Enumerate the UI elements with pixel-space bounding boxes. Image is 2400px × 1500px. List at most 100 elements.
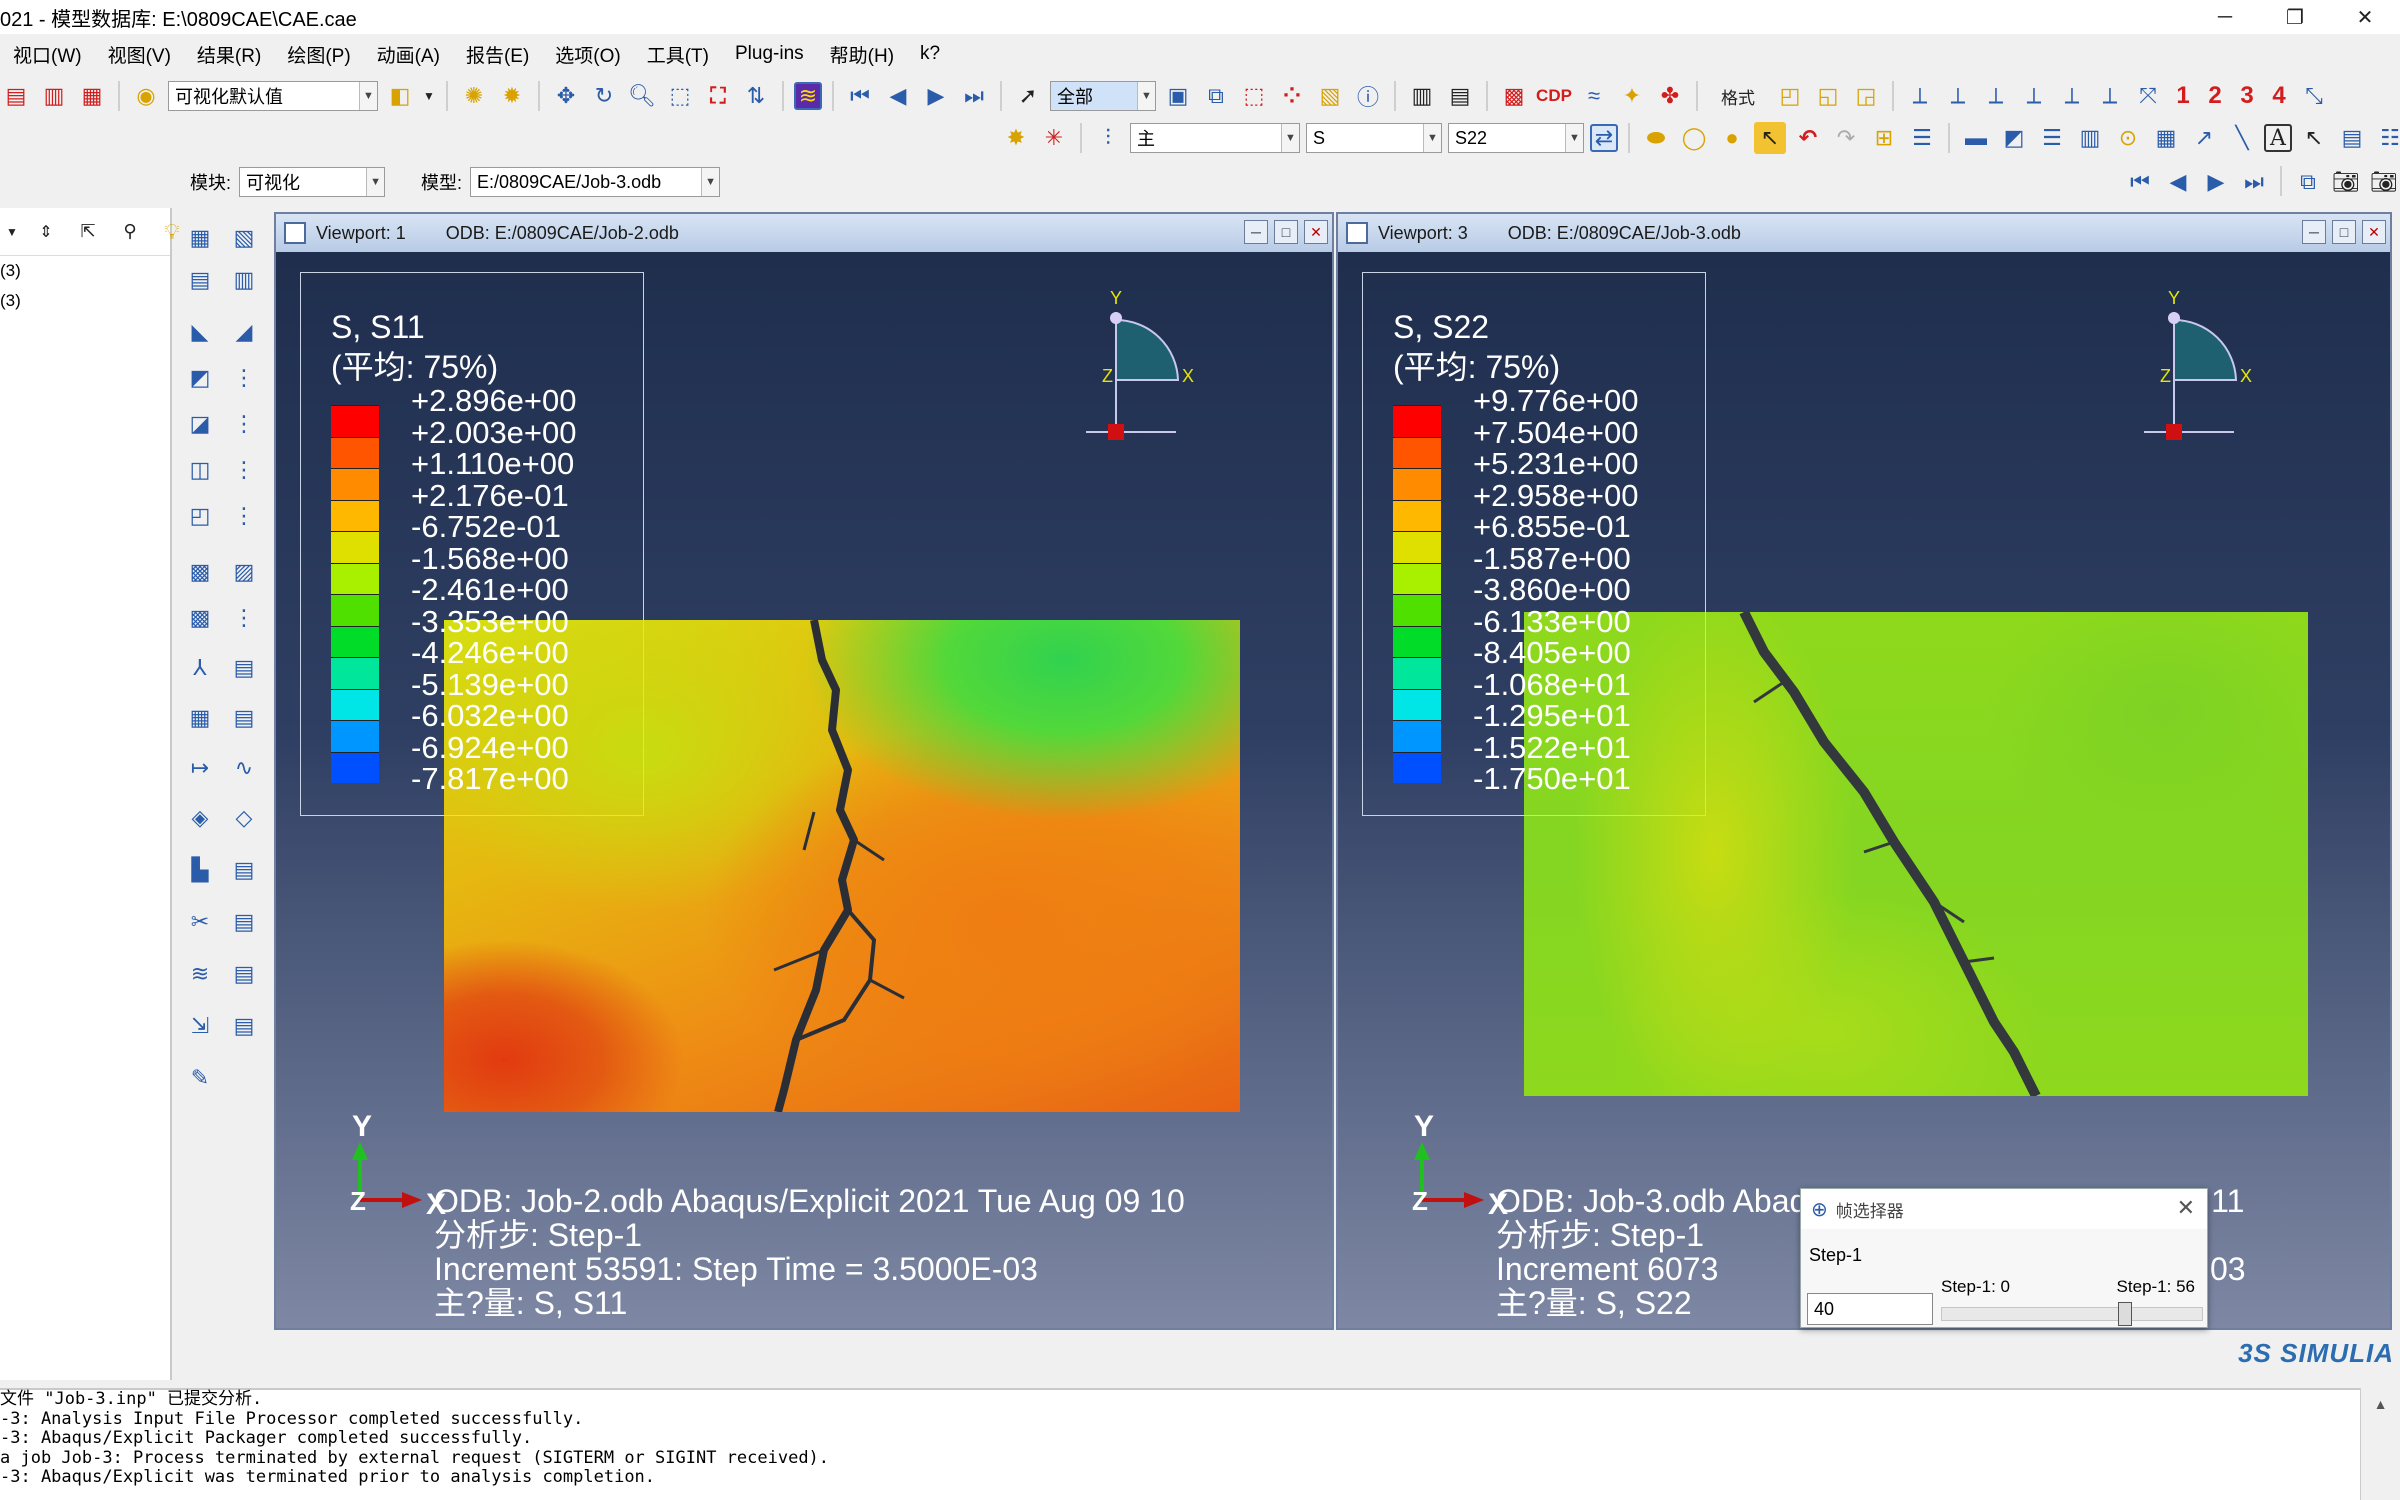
tile-vertical-icon[interactable]: ▥ xyxy=(2074,122,2106,154)
transform-icon[interactable]: ⇲ xyxy=(182,1008,218,1044)
field-variable-combo[interactable]: S ▼ xyxy=(1306,123,1442,153)
menu-animate[interactable]: 动画(A) xyxy=(364,41,453,68)
cut-manager-icon[interactable]: ▤ xyxy=(226,904,262,940)
selection-filter-combo[interactable]: 全部 ▼ xyxy=(1050,81,1156,111)
menu-plot[interactable]: 绘图(P) xyxy=(274,41,363,68)
undeformed-shape-icon[interactable]: ✹ xyxy=(496,80,528,112)
render-style-icon[interactable]: ◧ xyxy=(384,80,416,112)
symbol-options-icon[interactable]: ⋮ xyxy=(226,406,262,442)
redo-icon[interactable]: ↷ xyxy=(1830,122,1862,154)
chevron-down-icon[interactable]: ▼ xyxy=(422,80,436,112)
restore-button[interactable]: ❐ xyxy=(2260,0,2330,34)
viewport-close-button[interactable]: ✕ xyxy=(1304,220,1328,244)
list-icon[interactable]: ☷ xyxy=(2374,122,2400,154)
first-frame-icon[interactable]: ⏮ xyxy=(844,80,876,112)
first-frame-icon[interactable]: ⏮ xyxy=(2124,166,2156,198)
single-plot-icon[interactable]: ● xyxy=(1716,122,1748,154)
time-history-icon[interactable]: ▩ xyxy=(182,600,218,636)
symbol-plot-icon[interactable]: ✸ xyxy=(1000,122,1032,154)
viewport-3[interactable]: Viewport: 3 ODB: E:/0809CAE/Job-3.odb ─ … xyxy=(1336,212,2392,1330)
xy-curve-icon[interactable]: ∿ xyxy=(226,750,262,786)
zoom-icon[interactable]: 🔍︎ xyxy=(626,80,658,112)
sort-icon[interactable]: ⇕ xyxy=(30,216,62,248)
view-zx-icon[interactable]: ⟂ xyxy=(2056,80,2088,112)
viewport-3-header[interactable]: Viewport: 3 ODB: E:/0809CAE/Job-3.odb ─ … xyxy=(1338,214,2390,252)
frame-number-input[interactable] xyxy=(1807,1293,1933,1325)
view-xz-icon[interactable]: ⟂ xyxy=(2094,80,2126,112)
deformed-shape-icon[interactable]: ✺ xyxy=(458,80,490,112)
overlay-icon[interactable]: ⬬ xyxy=(1640,122,1672,154)
minimize-button[interactable]: ─ xyxy=(2190,0,2260,34)
mesh-icon[interactable]: ▤ xyxy=(182,262,218,298)
user-view-icon[interactable]: ⤡ xyxy=(2298,80,2330,112)
ruler-icon[interactable]: ▥ xyxy=(1406,80,1438,112)
query-manager-icon[interactable]: ▤ xyxy=(226,852,262,888)
viewport-icon-1[interactable]: ▬ xyxy=(1960,122,1992,154)
view-zy-icon[interactable]: ⟂ xyxy=(2018,80,2050,112)
line-annotation-icon[interactable]: ╲ xyxy=(2226,122,2258,154)
cut-icon[interactable]: ✂ xyxy=(182,904,218,940)
menu-options[interactable]: 选项(O) xyxy=(542,41,633,68)
message-area[interactable]: 文件 "Job-3.inp" 已提交分析. -3: Analysis Input… xyxy=(0,1388,2360,1500)
fit-view-icon[interactable]: ⛶ xyxy=(702,80,734,112)
tree-item[interactable]: (3) xyxy=(0,256,170,286)
menu-tools[interactable]: 工具(T) xyxy=(634,41,722,68)
message-scrollbar[interactable]: ▲ xyxy=(2360,1388,2400,1500)
close-icon[interactable]: ✕ xyxy=(2177,1195,2195,1221)
stack-icon[interactable]: ▦ xyxy=(76,80,108,112)
query-info-icon[interactable]: ⓘ xyxy=(1352,80,1384,112)
xy-data-icon[interactable]: ▤ xyxy=(226,700,262,736)
pan-icon[interactable]: ✥ xyxy=(550,80,582,112)
contour-legend-3[interactable]: S, S22 (平均: 75%) +9.776e+00 +7.504e+00 +… xyxy=(1362,272,1706,816)
previous-frame-icon[interactable]: ◀ xyxy=(882,80,914,112)
play-icon[interactable]: ▶ xyxy=(920,80,952,112)
contour-plot-icon[interactable]: ◩ xyxy=(182,360,218,396)
animation-options-icon[interactable]: ⋮ xyxy=(226,600,262,636)
sync-options-icon[interactable]: ⇄ xyxy=(1590,124,1618,152)
view-number-3[interactable]: 3 xyxy=(2234,82,2260,110)
field-output-icon[interactable]: ⫶ xyxy=(1092,122,1124,154)
scroll-up-icon[interactable]: ▲ xyxy=(2374,1396,2388,1500)
transform-manager-icon[interactable]: ▤ xyxy=(226,1008,262,1044)
camera-icon[interactable]: 📷︎ xyxy=(2330,166,2362,198)
color-map-icon[interactable]: ▥ xyxy=(226,262,262,298)
cube-view-icon[interactable]: ◰ xyxy=(1774,80,1806,112)
viewport-3-canvas[interactable]: S, S22 (平均: 75%) +9.776e+00 +7.504e+00 +… xyxy=(1338,252,2390,1328)
module-combo[interactable]: 可视化 ▼ xyxy=(239,167,386,197)
menu-help[interactable]: 帮助(H) xyxy=(817,41,907,68)
pointer-icon[interactable]: ↖ xyxy=(2298,122,2330,154)
viewport-1-canvas[interactable]: S, S11 (平均: 75%) +2.896e+00 +2.003e+00 +… xyxy=(276,252,1332,1328)
viewport-close-button[interactable]: ✕ xyxy=(2362,220,2386,244)
viewport-1-header[interactable]: Viewport: 1 ODB: E:/0809CAE/Job-2.odb ─ … xyxy=(276,214,1332,252)
display-group-icon[interactable]: ◈ xyxy=(182,800,218,836)
select-region-icon[interactable]: ⬚ xyxy=(1238,80,1270,112)
tree-item[interactable]: (3) xyxy=(0,286,170,316)
field-component-combo[interactable]: S22 ▼ xyxy=(1448,123,1584,153)
frame-slider-thumb[interactable] xyxy=(2117,1302,2132,1326)
view-yz-icon[interactable]: ⟂ xyxy=(1980,80,2012,112)
query-icon[interactable]: ▙ xyxy=(182,852,218,888)
animation-icon[interactable]: ≋ xyxy=(794,82,822,110)
menu-report[interactable]: 报告(E) xyxy=(453,41,542,68)
viewport-1[interactable]: Viewport: 1 ODB: E:/0809CAE/Job-2.odb ─ … xyxy=(274,212,1334,1330)
view-number-4[interactable]: 4 xyxy=(2266,82,2292,110)
tree-icon[interactable]: ⊞ xyxy=(1868,122,1900,154)
superimpose-options-icon[interactable]: ⋮ xyxy=(226,498,262,534)
format-tool[interactable]: 格式 xyxy=(1708,80,1768,112)
view-triad-3d-3[interactable]: Y X Z xyxy=(2144,272,2274,472)
previous-frame-icon[interactable]: ◀ xyxy=(2162,166,2194,198)
symbol-plot-icon[interactable]: ◪ xyxy=(182,406,218,442)
cube-side-icon[interactable]: ◲ xyxy=(1850,80,1882,112)
next-frame-icon[interactable]: ▶ xyxy=(2200,166,2232,198)
select-arrow-icon[interactable]: ➚ xyxy=(1012,80,1044,112)
tile-horizontal-icon[interactable]: ☰ xyxy=(2036,122,2068,154)
viewport-icon-2[interactable]: ◩ xyxy=(1998,122,2030,154)
contour-options-icon[interactable]: ⋮ xyxy=(226,360,262,396)
stream-icon[interactable]: ≋ xyxy=(182,956,218,992)
text-annotation-icon[interactable]: A xyxy=(2264,124,2292,152)
chevron-down-icon[interactable]: ▼ xyxy=(4,216,20,248)
view-yx-icon[interactable]: ⟂ xyxy=(1942,80,1974,112)
frame-selector-header[interactable]: ⊕ 帧选择器 ✕ xyxy=(1801,1189,2207,1229)
model-combo[interactable]: E:/0809CAE/Job-3.odb ▼ xyxy=(470,167,721,197)
waveform-icon[interactable]: ≈ xyxy=(1578,80,1610,112)
